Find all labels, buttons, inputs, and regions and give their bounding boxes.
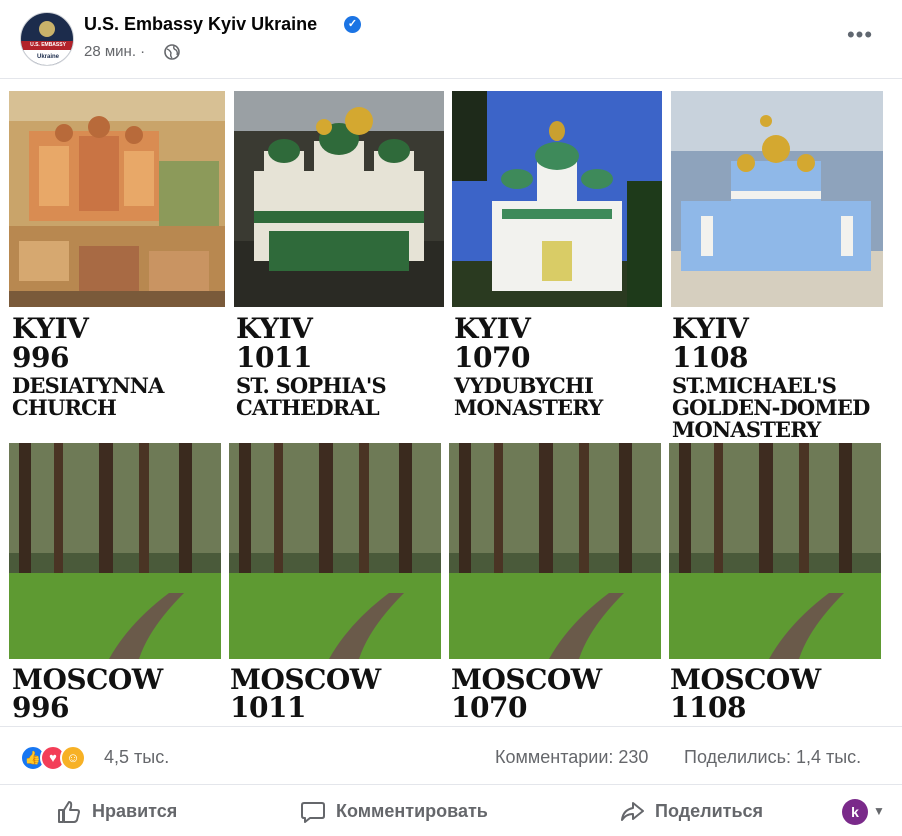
share-button-label: Поделиться — [655, 801, 764, 821]
reaction-count[interactable]: 4,5 тыс. — [104, 747, 169, 768]
moscow-caption-year: 1070 — [451, 691, 527, 724]
page-avatar[interactable]: U.S. EMBASSY Ukraine — [20, 12, 74, 66]
kyiv-caption-year: 1011 — [236, 341, 312, 374]
post-timestamp[interactable]: 28 мин. · — [84, 43, 145, 60]
avatar-text: Ukraine — [21, 50, 73, 65]
kyiv-caption-name: GOLDEN-DOMED — [672, 395, 870, 420]
more-options-icon[interactable]: ••• — [846, 24, 874, 52]
moscow-caption-year: 1108 — [670, 691, 746, 724]
forest-photo — [669, 443, 881, 659]
avatar-band-text: U.S. EMBASSY — [21, 41, 73, 50]
seal-icon — [39, 21, 55, 37]
kyiv-caption-city: KYIV — [454, 312, 531, 345]
reactions-summary[interactable]: 👍 ♥ ☺ — [20, 745, 98, 771]
post-image[interactable]: KYIV 996 DESIATYNNA CHURCH KYIV 1011 ST.… — [0, 78, 902, 726]
kyiv-caption-year: 996 — [12, 341, 69, 374]
kyiv-caption-name: MONASTERY — [672, 417, 821, 442]
moscow-caption-city: MOSCOW — [12, 663, 163, 696]
kyiv-caption-city: KYIV — [672, 312, 749, 345]
forest-photo — [9, 443, 221, 659]
kyiv-caption-city: KYIV — [236, 312, 313, 345]
post-actions: Нравится Комментировать Поделиться k ▼ — [0, 784, 902, 836]
page-name-link[interactable]: U.S. Embassy Kyiv Ukraine — [84, 14, 317, 35]
moscow-caption-city: MOSCOW — [670, 663, 821, 696]
share-icon — [621, 802, 644, 821]
globe-icon — [164, 44, 180, 60]
kyiv-caption-name: ST.MICHAEL'S — [672, 373, 837, 398]
shares-count[interactable]: Поделились: 1,4 тыс. — [684, 747, 861, 768]
kyiv-caption-year: 1070 — [454, 341, 530, 374]
vydubychi-monastery-photo — [452, 91, 662, 307]
like-button-label: Нравится — [92, 801, 178, 821]
forest-photo — [229, 443, 441, 659]
comment-icon — [301, 802, 325, 823]
moscow-caption-city: MOSCOW — [230, 663, 381, 696]
forest-photo — [449, 443, 661, 659]
comment-button-label: Комментировать — [336, 801, 488, 821]
kyiv-caption-name: VYDUBYCHI — [454, 373, 594, 398]
desiatynna-church-painting — [9, 91, 225, 307]
kyiv-caption-name: DESIATYNNA — [12, 373, 164, 398]
kyiv-caption-year: 1108 — [672, 341, 748, 374]
st-michaels-monastery-photo — [671, 91, 883, 307]
moscow-caption-city: MOSCOW — [451, 663, 602, 696]
verified-check-icon: ✓ — [344, 16, 361, 33]
post-header: U.S. EMBASSY Ukraine U.S. Embassy Kyiv U… — [0, 0, 902, 78]
st-sophia-cathedral-photo — [234, 91, 444, 307]
post-stats: 👍 ♥ ☺ 4,5 тыс. Комментарии: 230 Поделили… — [0, 726, 902, 784]
haha-icon: ☺ — [60, 745, 86, 771]
kyiv-caption-name: CHURCH — [12, 395, 117, 420]
profile-avatar: k — [842, 799, 868, 825]
moscow-caption-year: 1011 — [230, 691, 306, 724]
kyiv-caption-name: MONASTERY — [454, 395, 603, 420]
kyiv-caption-name: ST. SOPHIA'S — [236, 373, 387, 398]
kyiv-caption-city: KYIV — [12, 312, 89, 345]
comments-count[interactable]: Комментарии: 230 — [495, 747, 648, 768]
kyiv-caption-name: CATHEDRAL — [236, 395, 380, 420]
moscow-caption-year: 996 — [12, 691, 69, 724]
profile-switcher[interactable]: k ▼ — [842, 799, 888, 825]
chevron-down-icon: ▼ — [873, 804, 885, 818]
thumbs-up-icon — [58, 801, 80, 823]
